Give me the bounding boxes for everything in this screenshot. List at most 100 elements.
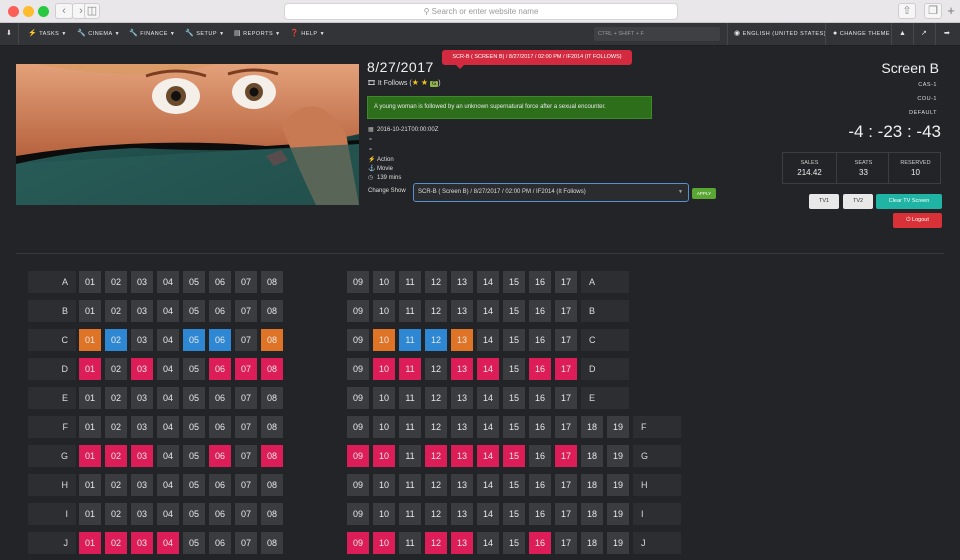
seat[interactable]: 08 [261, 300, 283, 322]
seat[interactable]: 08 [261, 416, 283, 438]
seat[interactable]: 12 [425, 271, 447, 293]
seat[interactable]: 06 [209, 358, 231, 380]
nav-cinema[interactable]: 🔧 CINEMA ▼ [77, 23, 120, 45]
seat[interactable]: 12 [425, 300, 447, 322]
seat[interactable]: 02 [105, 532, 127, 554]
seat[interactable]: 04 [157, 358, 179, 380]
seat[interactable]: 01 [79, 387, 101, 409]
external-link-icon[interactable]: ↗ [921, 23, 927, 45]
seat[interactable]: 09 [347, 271, 369, 293]
seat[interactable]: 11 [399, 445, 421, 467]
seat[interactable]: 19 [607, 532, 629, 554]
clear-tv-screen-button[interactable]: Clear TV Screen [876, 194, 942, 209]
seat[interactable]: 17 [555, 271, 577, 293]
seat[interactable]: 05 [183, 271, 205, 293]
seat[interactable]: 05 [183, 503, 205, 525]
sign-out-icon[interactable]: ➡ [944, 23, 950, 45]
seat[interactable]: 16 [529, 503, 551, 525]
seat[interactable]: 05 [183, 474, 205, 496]
seat[interactable]: 14 [477, 329, 499, 351]
seat[interactable]: 11 [399, 387, 421, 409]
seat[interactable]: 09 [347, 416, 369, 438]
seat[interactable]: 19 [607, 474, 629, 496]
seat[interactable]: 17 [555, 329, 577, 351]
seat[interactable]: 06 [209, 474, 231, 496]
seat[interactable]: 01 [79, 329, 101, 351]
seat[interactable]: 05 [183, 416, 205, 438]
seat[interactable]: 09 [347, 358, 369, 380]
seat[interactable]: 03 [131, 271, 153, 293]
seat[interactable]: 15 [503, 358, 525, 380]
seat[interactable]: 07 [235, 503, 257, 525]
seat[interactable]: 10 [373, 271, 395, 293]
seat[interactable]: 02 [105, 387, 127, 409]
seat[interactable]: 14 [477, 532, 499, 554]
seat[interactable]: 05 [183, 358, 205, 380]
seat[interactable]: 08 [261, 329, 283, 351]
seat[interactable]: 16 [529, 387, 551, 409]
nav-help[interactable]: ❓ HELP ▼ [290, 23, 325, 45]
nav-tasks[interactable]: ⚡ TASKS ▼ [28, 23, 67, 45]
tv1-button[interactable]: TV1 [809, 194, 839, 209]
seat[interactable]: 03 [131, 329, 153, 351]
seat[interactable]: 14 [477, 474, 499, 496]
bell-icon[interactable]: ▲ [899, 23, 906, 45]
seat[interactable]: 14 [477, 416, 499, 438]
seat[interactable]: 11 [399, 300, 421, 322]
seat[interactable]: 10 [373, 503, 395, 525]
seat[interactable]: 04 [157, 387, 179, 409]
seat[interactable]: 14 [477, 503, 499, 525]
seat[interactable]: 04 [157, 445, 179, 467]
seat[interactable]: 14 [477, 358, 499, 380]
seat[interactable]: 04 [157, 416, 179, 438]
seat[interactable]: 08 [261, 532, 283, 554]
seat[interactable]: 13 [451, 300, 473, 322]
seat[interactable]: 09 [347, 300, 369, 322]
seat[interactable]: 13 [451, 387, 473, 409]
seat[interactable]: 11 [399, 416, 421, 438]
seat[interactable]: 08 [261, 445, 283, 467]
nav-setup[interactable]: 🔧 SETUP ▼ [185, 23, 225, 45]
address-bar[interactable]: ⚲ Search or enter website name [284, 3, 678, 20]
seat[interactable]: 17 [555, 358, 577, 380]
seat[interactable]: 06 [209, 416, 231, 438]
logout-button[interactable]: ⏻ Logout [893, 213, 942, 228]
seat[interactable]: 12 [425, 474, 447, 496]
seat[interactable]: 17 [555, 387, 577, 409]
seat[interactable]: 02 [105, 474, 127, 496]
seat[interactable]: 08 [261, 358, 283, 380]
seat[interactable]: 01 [79, 474, 101, 496]
seat[interactable]: 14 [477, 445, 499, 467]
seat[interactable]: 01 [79, 358, 101, 380]
seat[interactable]: 11 [399, 503, 421, 525]
seat[interactable]: 10 [373, 300, 395, 322]
seat[interactable]: 17 [555, 532, 577, 554]
seat[interactable]: 11 [399, 271, 421, 293]
seat[interactable]: 06 [209, 300, 231, 322]
seat[interactable]: 16 [529, 416, 551, 438]
close-window-button[interactable] [8, 6, 19, 17]
tabs-icon[interactable]: ❐ [924, 3, 942, 19]
seat[interactable]: 05 [183, 445, 205, 467]
seat[interactable]: 07 [235, 387, 257, 409]
seat[interactable]: 13 [451, 503, 473, 525]
seat[interactable]: 01 [79, 300, 101, 322]
pin-icon[interactable]: ⬇ [6, 23, 12, 45]
seat[interactable]: 17 [555, 416, 577, 438]
seat[interactable]: 15 [503, 387, 525, 409]
seat[interactable]: 15 [503, 503, 525, 525]
seat[interactable]: 18 [581, 503, 603, 525]
seat[interactable]: 09 [347, 387, 369, 409]
seat[interactable]: 15 [503, 532, 525, 554]
seat[interactable]: 19 [607, 416, 629, 438]
seat[interactable]: 11 [399, 474, 421, 496]
seat[interactable]: 02 [105, 329, 127, 351]
nav-finance[interactable]: 🔧 FINANCE ▼ [129, 23, 175, 45]
seat[interactable]: 17 [555, 474, 577, 496]
seat[interactable]: 15 [503, 271, 525, 293]
seat[interactable]: 07 [235, 445, 257, 467]
seat[interactable]: 19 [607, 445, 629, 467]
seat[interactable]: 05 [183, 532, 205, 554]
seat[interactable]: 09 [347, 474, 369, 496]
seat[interactable]: 14 [477, 387, 499, 409]
